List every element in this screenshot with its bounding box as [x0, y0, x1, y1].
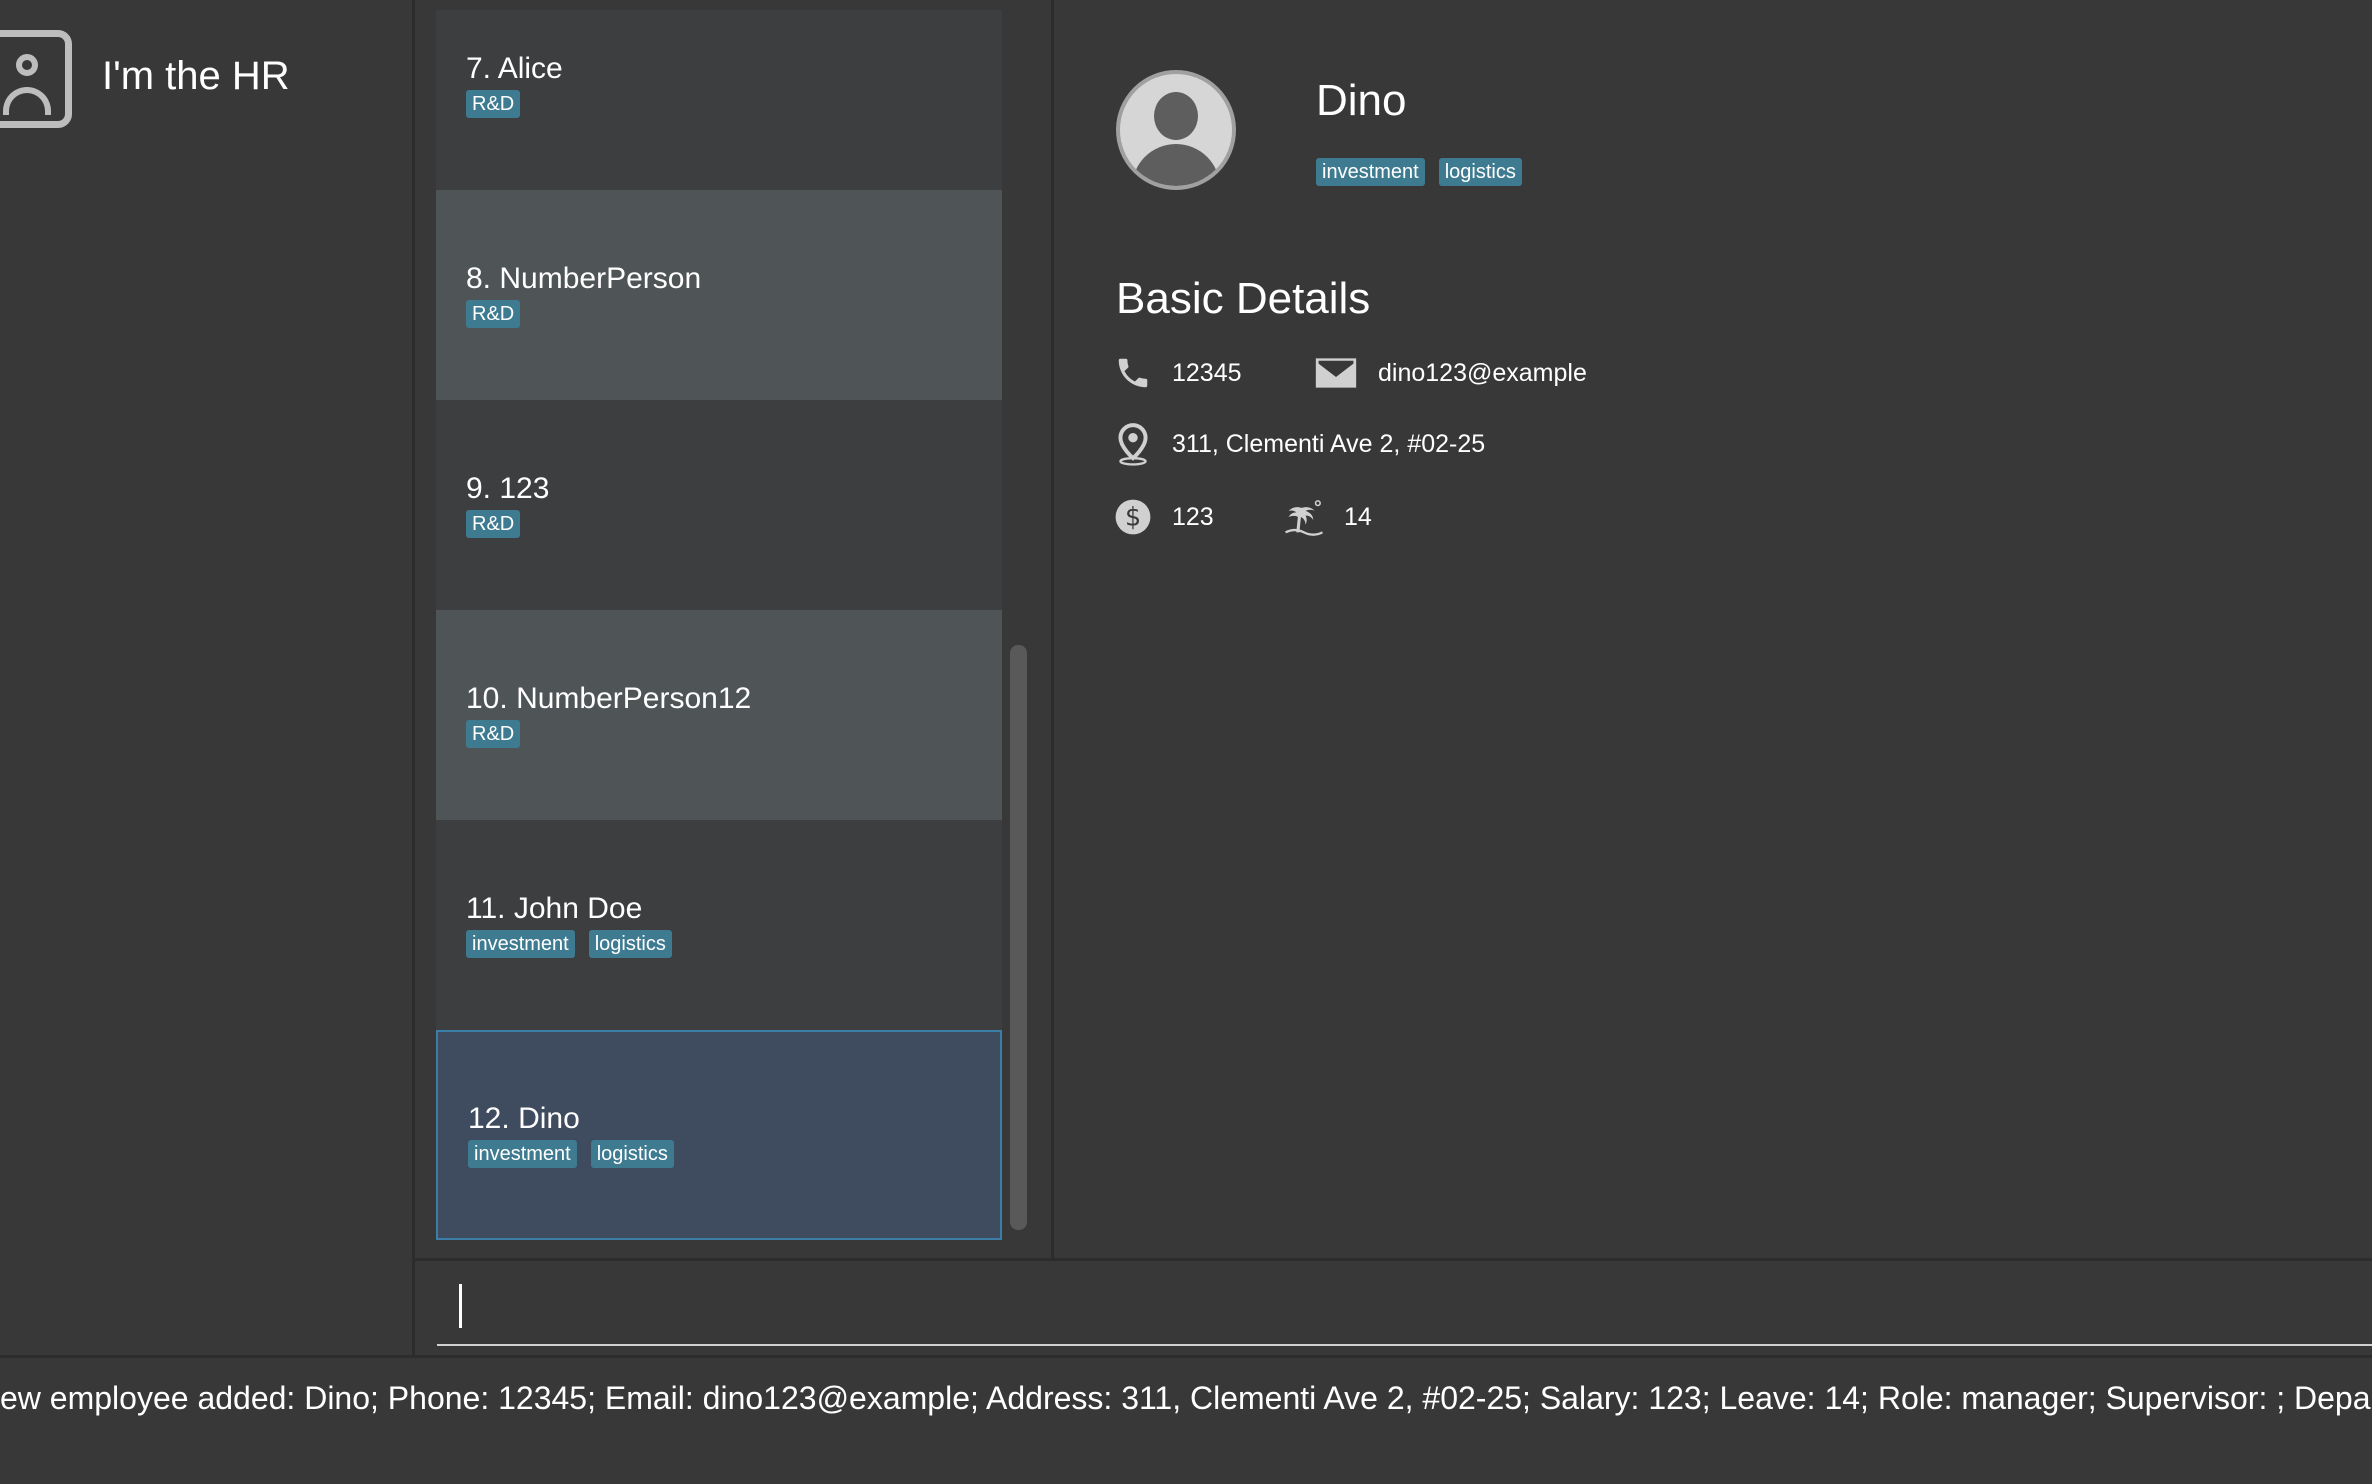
dollar-icon: $	[1115, 499, 1151, 535]
sidebar: I'm the HR	[0, 0, 412, 1355]
app-title: I'm the HR	[102, 54, 290, 98]
tag: investment	[1316, 158, 1425, 186]
beach-island-icon	[1285, 500, 1323, 536]
phone-value: 12345	[1172, 358, 1242, 387]
tag: R&D	[466, 90, 521, 118]
item-name: John Doe	[513, 892, 643, 925]
email-icon	[1315, 358, 1357, 388]
email-row: dino123@example	[1314, 354, 1587, 392]
item-index: 11.	[466, 892, 506, 925]
leave-row: 14	[1284, 498, 1372, 536]
command-input[interactable]	[437, 1262, 2372, 1346]
phone-row: 12345	[1114, 354, 1242, 392]
leave-value: 14	[1344, 502, 1372, 531]
avatar	[1116, 70, 1236, 190]
tag: R&D	[466, 300, 521, 328]
item-index: 8.	[466, 262, 492, 295]
item-index: 9.	[466, 472, 492, 505]
tag: investment	[468, 1140, 577, 1168]
address-row: 311, Clementi Ave 2, #02-25	[1114, 422, 1485, 466]
salary-value: 123	[1172, 502, 1214, 531]
divider	[0, 1355, 2372, 1358]
salary-row: $ 123	[1114, 498, 1214, 536]
tag: investment	[466, 930, 575, 958]
tag: logistics	[590, 1140, 674, 1168]
location-pin-icon	[1118, 423, 1148, 466]
item-index: 7.	[466, 52, 492, 85]
employee-list[interactable]: 7. Alice R&D 8. NumberPerson R&D 9. 123 …	[436, 10, 1002, 1240]
item-name: Alice	[497, 52, 563, 85]
list-item[interactable]: 8. NumberPerson R&D	[436, 190, 1002, 400]
item-name: NumberPerson	[499, 262, 702, 295]
phone-icon	[1118, 358, 1148, 388]
list-item[interactable]: 10. NumberPerson12 R&D	[436, 610, 1002, 820]
detail-name: Dino	[1316, 76, 1407, 125]
list-scrollbar[interactable]	[1010, 645, 1027, 1230]
item-index: 12.	[468, 1102, 510, 1135]
address-value: 311, Clementi Ave 2, #02-25	[1172, 429, 1486, 458]
tag: R&D	[466, 720, 521, 748]
item-name: 123	[499, 472, 550, 505]
svg-text:$: $	[1125, 502, 1141, 532]
divider	[1051, 0, 1054, 1260]
list-item-selected[interactable]: 12. Dino investment logistics	[436, 1030, 1002, 1240]
tag: R&D	[466, 510, 521, 538]
item-name: NumberPerson12	[516, 682, 752, 715]
list-item[interactable]: 9. 123 R&D	[436, 400, 1002, 610]
text-caret	[459, 1284, 462, 1328]
email-value: dino123@example	[1378, 358, 1587, 387]
person-badge-icon	[0, 30, 72, 128]
section-title: Basic Details	[1116, 274, 1371, 323]
item-name: Dino	[518, 1102, 580, 1135]
tag: logistics	[1438, 158, 1522, 186]
item-index: 10.	[466, 682, 508, 715]
detail-tags: investment logistics	[1316, 158, 1522, 186]
list-item[interactable]: 11. John Doe investment logistics	[436, 820, 1002, 1030]
divider	[412, 0, 415, 1355]
divider	[415, 1258, 2372, 1261]
list-item[interactable]: 7. Alice R&D	[436, 10, 1002, 190]
tag: logistics	[588, 930, 672, 958]
result-display: ew employee added: Dino; Phone: 12345; E…	[0, 1380, 2372, 1416]
